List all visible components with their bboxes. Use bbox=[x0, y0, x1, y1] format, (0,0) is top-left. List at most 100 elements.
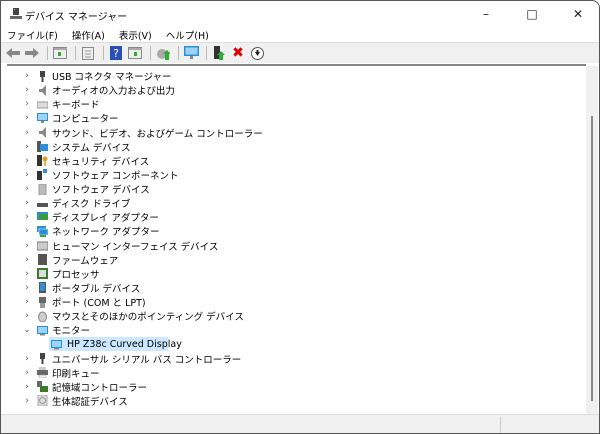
tree-item[interactable]: › ポータブル デバイス bbox=[7, 281, 577, 295]
chevron-right-icon[interactable]: › bbox=[23, 99, 31, 109]
tree-item[interactable]: › 印刷キュー bbox=[7, 366, 577, 380]
update-driver-icon[interactable] bbox=[211, 45, 227, 61]
tree-item-label: ポート (COM と LPT) bbox=[52, 298, 146, 310]
display-adapter-icon bbox=[37, 211, 48, 223]
chevron-right-icon[interactable]: › bbox=[23, 198, 31, 208]
device-manager-icon bbox=[10, 8, 22, 19]
tree-item-label: ソフトウェア デバイス bbox=[52, 185, 150, 197]
toolbar-separator bbox=[75, 46, 76, 60]
disable-icon[interactable] bbox=[249, 45, 265, 61]
chevron-right-icon[interactable]: › bbox=[23, 142, 31, 152]
tree-item[interactable]: › 生体認証デバイス bbox=[7, 394, 577, 408]
chevron-right-icon[interactable]: › bbox=[23, 354, 31, 364]
chevron-right-icon[interactable]: › bbox=[23, 170, 31, 180]
tree-item[interactable]: ⌄ モニター bbox=[7, 323, 577, 337]
tree-item[interactable]: › セキュリティ デバイス bbox=[7, 154, 577, 168]
tree-item-label: システム デバイス bbox=[52, 142, 131, 154]
tree-item[interactable]: › プロセッサ bbox=[7, 267, 577, 281]
device-tree: › USB コネクタ マネージャー › オーディオの入力および出力 › キーボード ›… bbox=[7, 64, 586, 414]
toolbar-separator bbox=[150, 46, 151, 60]
tree-child-item[interactable]: HP Z38c Curved Display bbox=[7, 337, 577, 352]
tree-item[interactable]: › ヒューマン インターフェイス デバイス bbox=[7, 239, 577, 253]
forward-icon[interactable] bbox=[24, 45, 40, 61]
tree-item[interactable]: › マウスとそのほかのポインティング デバイス bbox=[7, 309, 577, 323]
speaker-icon bbox=[37, 84, 48, 96]
chevron-right-icon[interactable]: › bbox=[23, 128, 31, 138]
chevron-right-icon[interactable]: › bbox=[23, 382, 31, 392]
window-title: デバイス マネージャー bbox=[25, 12, 128, 23]
tree-item[interactable]: › ネットワーク アダプター bbox=[7, 224, 577, 238]
tree-item[interactable]: › ディスプレイ アダプター bbox=[7, 210, 577, 224]
chevron-right-icon[interactable]: › bbox=[23, 212, 31, 222]
tree-item[interactable]: › 記憶域コントローラー bbox=[7, 380, 577, 394]
scrollbar-thumb[interactable] bbox=[591, 116, 593, 401]
status-divider bbox=[500, 417, 501, 433]
chevron-right-icon[interactable]: › bbox=[23, 241, 31, 251]
tree-item[interactable]: › ソフトウェア デバイス bbox=[7, 182, 577, 196]
tree-item[interactable]: › ポート (COM と LPT) bbox=[7, 295, 577, 309]
portable-icon bbox=[37, 282, 48, 294]
minimize-button[interactable]: – bbox=[463, 1, 509, 27]
tree-item-label: 生体認証デバイス bbox=[52, 396, 128, 408]
help-icon[interactable]: ? bbox=[108, 45, 124, 61]
device-manager-window: デバイス マネージャー – □ ✕ ファイル(F) 操作(A) 表示(V) ヘルプ(H… bbox=[0, 0, 600, 434]
tree-item-label: セキュリティ デバイス bbox=[52, 156, 150, 168]
scan-hardware-icon[interactable] bbox=[155, 45, 171, 61]
maximize-button[interactable]: □ bbox=[509, 1, 555, 27]
monitor-icon bbox=[51, 339, 62, 350]
menu-2[interactable]: 表示(V) bbox=[119, 28, 152, 42]
uninstall-icon[interactable]: ✖ bbox=[230, 45, 246, 61]
chevron-right-icon[interactable]: › bbox=[23, 113, 31, 123]
chevron-right-icon[interactable]: › bbox=[23, 156, 31, 166]
tree-item[interactable]: › オーディオの入力および出力 bbox=[7, 83, 577, 97]
chevron-right-icon[interactable]: › bbox=[23, 269, 31, 279]
tree-item-label: ネットワーク アダプター bbox=[52, 227, 160, 239]
tree-item-label: マウスとそのほかのポインティング デバイス bbox=[52, 312, 244, 324]
monitor-icon[interactable] bbox=[183, 45, 199, 61]
vertical-scrollbar[interactable] bbox=[586, 66, 598, 414]
tree-item[interactable]: › ソフトウェア コンポーネント bbox=[7, 168, 577, 182]
chevron-right-icon[interactable]: › bbox=[23, 85, 31, 95]
tree-item[interactable]: › ファームウェア bbox=[7, 253, 577, 267]
back-icon[interactable] bbox=[5, 45, 21, 61]
chevron-right-icon[interactable]: › bbox=[23, 226, 31, 236]
chevron-right-icon[interactable]: › bbox=[23, 255, 31, 265]
chevron-right-icon[interactable]: › bbox=[23, 71, 31, 81]
tree-item-label: USB コネクタ マネージャー bbox=[52, 72, 172, 83]
chevron-down-icon[interactable]: ⌄ bbox=[23, 325, 31, 335]
chevron-right-icon[interactable]: › bbox=[23, 184, 31, 194]
toolbar-separator bbox=[47, 46, 48, 60]
menu-1[interactable]: 操作(A) bbox=[72, 28, 105, 42]
tree-item[interactable]: › システム デバイス bbox=[7, 140, 577, 154]
hid-icon bbox=[36, 240, 49, 251]
tree-item[interactable]: › キーボード bbox=[7, 97, 577, 111]
tree-item[interactable]: › コンピューター bbox=[7, 111, 577, 125]
tree-item[interactable]: › ユニバーサル シリアル バス コントローラー bbox=[7, 352, 577, 366]
tree-item-label: ファームウェア bbox=[52, 255, 119, 267]
tree-item-label: 記憶域コントローラー bbox=[52, 382, 148, 394]
close-button[interactable]: ✕ bbox=[555, 1, 599, 27]
mouse-icon bbox=[37, 311, 48, 323]
chevron-right-icon[interactable]: › bbox=[23, 283, 31, 293]
chevron-right-icon[interactable]: › bbox=[23, 311, 31, 321]
menu-0[interactable]: ファイル(F) bbox=[7, 28, 58, 42]
menu-3[interactable]: ヘルプ(H) bbox=[166, 28, 209, 42]
properties-icon[interactable] bbox=[80, 45, 96, 61]
port-icon bbox=[37, 296, 48, 308]
chevron-right-icon[interactable]: › bbox=[23, 368, 31, 378]
chevron-right-icon[interactable]: › bbox=[23, 297, 31, 307]
tree-item[interactable]: › サウンド、ビデオ、およびゲーム コントローラー bbox=[7, 126, 577, 140]
tree-item-label: サウンド、ビデオ、およびゲーム コントローラー bbox=[52, 128, 263, 140]
tree-item[interactable]: › ディスク ドライブ bbox=[7, 196, 577, 210]
show-hide-tree-icon[interactable] bbox=[52, 45, 68, 61]
network-icon bbox=[37, 225, 49, 237]
tree-item-label: HP Z38c Curved Display bbox=[67, 338, 182, 350]
toolbar-separator bbox=[206, 46, 207, 60]
tree-item[interactable]: › USB コネクタ マネージャー bbox=[7, 69, 577, 83]
toolbar-separator bbox=[178, 46, 179, 60]
computer-icon bbox=[37, 112, 48, 124]
system-icon bbox=[37, 141, 48, 153]
chevron-right-icon[interactable]: › bbox=[23, 396, 31, 406]
tree-item-label: ディスク ドライブ bbox=[52, 199, 131, 211]
action-pane-icon[interactable] bbox=[127, 45, 143, 61]
